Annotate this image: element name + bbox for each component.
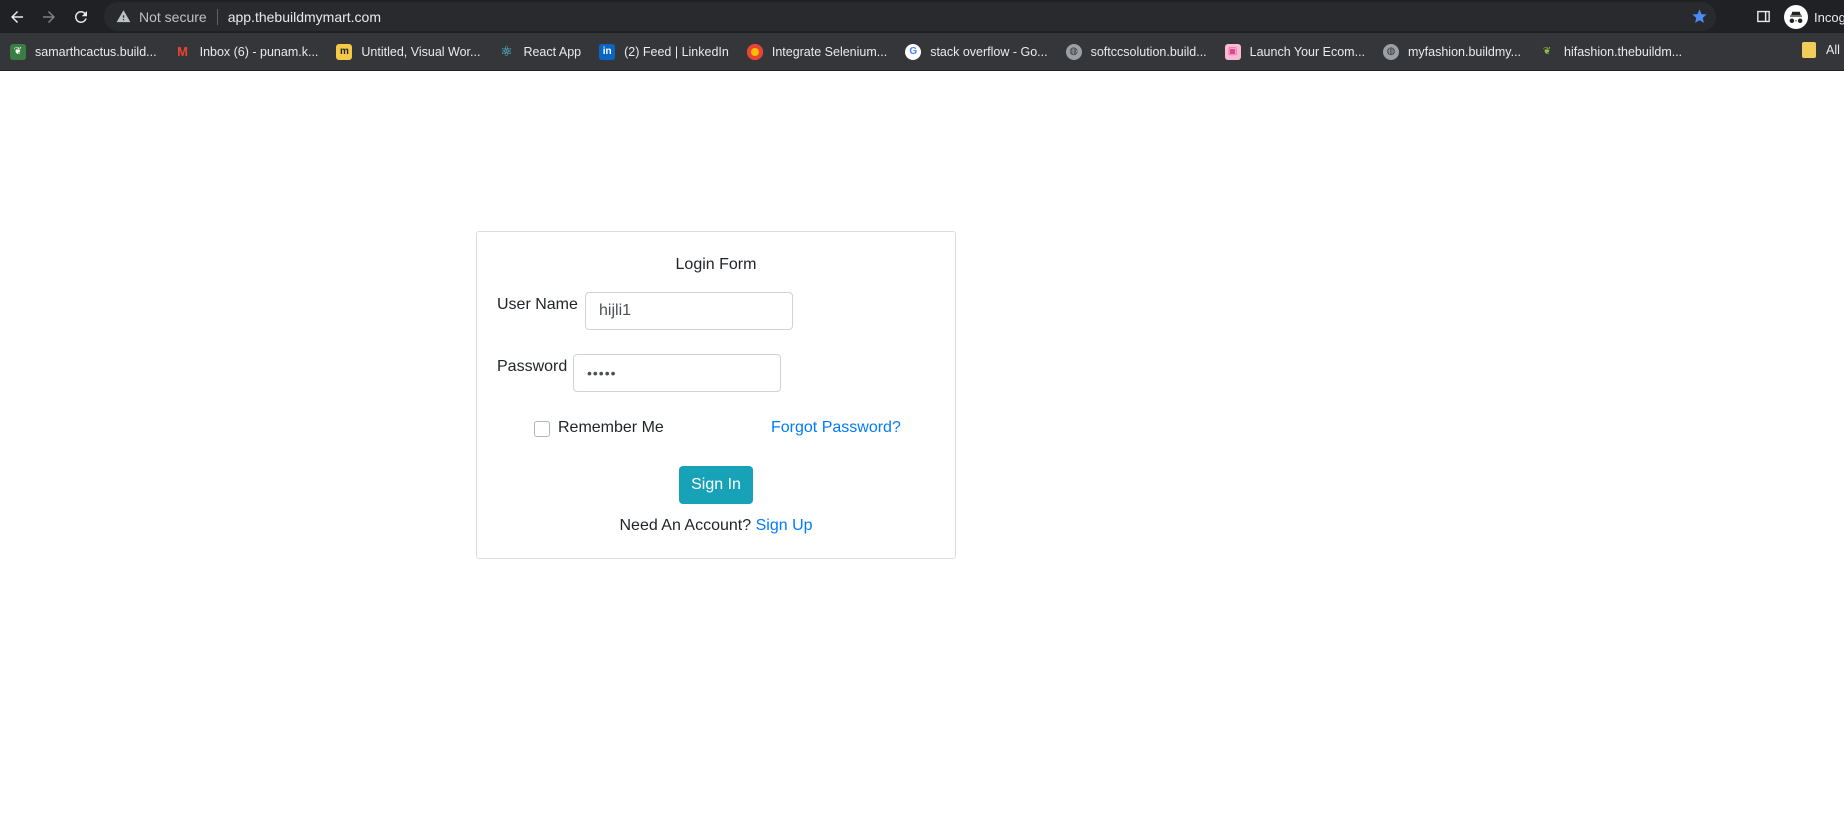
- google-favicon-icon: G: [905, 43, 922, 60]
- need-account-text: Need An Account?: [619, 517, 752, 534]
- bookmark-item[interactable]: ◍ softccsolution.build...: [1065, 39, 1207, 65]
- bookmark-item[interactable]: Integrate Selenium...: [746, 39, 887, 65]
- globe-favicon-icon: ◍: [1065, 43, 1082, 60]
- bookmark-star-icon[interactable]: [1691, 8, 1708, 25]
- bookmark-item[interactable]: ⚛ React App: [498, 39, 581, 65]
- reload-icon: [74, 10, 87, 23]
- reload-button[interactable]: [65, 0, 97, 33]
- forward-button[interactable]: [33, 0, 65, 33]
- globe-favicon-icon: ◍: [1383, 43, 1400, 60]
- incognito-icon: [1784, 5, 1808, 29]
- leaf-favicon-icon: ❦: [1542, 46, 1552, 57]
- url-text[interactable]: app.thebuildmymart.com: [228, 9, 381, 25]
- all-bookmarks-button[interactable]: All: [1802, 42, 1840, 58]
- shop-favicon-icon: ▣: [1224, 43, 1241, 60]
- miro-favicon-icon: m: [336, 43, 353, 60]
- bookmark-item[interactable]: G stack overflow - Go...: [905, 39, 1048, 65]
- bookmark-item[interactable]: ▣ Launch Your Ecom...: [1224, 39, 1365, 65]
- incognito-label: Incog: [1814, 9, 1844, 25]
- browser-toolbar: Not secure app.thebuildmymart.com Incog: [0, 0, 1844, 33]
- account-prompt: Need An Account? Sign Up: [477, 517, 955, 535]
- login-card: Login Form User Name hijli1 Password •••…: [476, 231, 956, 559]
- arrow-left-icon: [11, 10, 23, 23]
- security-indicator[interactable]: Not secure: [139, 9, 207, 25]
- incognito-profile[interactable]: Incog: [1784, 5, 1844, 29]
- remember-me-label[interactable]: Remember Me: [558, 419, 664, 437]
- back-button[interactable]: [1, 0, 33, 33]
- gmail-favicon-icon: M: [177, 44, 189, 59]
- bookmarks-bar: ❦ samarthcactus.build... M Inbox (6) - p…: [0, 33, 1844, 71]
- remember-me-checkbox[interactable]: [534, 421, 550, 437]
- side-panel-icon[interactable]: [1755, 8, 1772, 25]
- username-input[interactable]: hijli1: [585, 292, 793, 330]
- bookmark-item[interactable]: ❦ samarthcactus.build...: [10, 39, 157, 65]
- chrome-favicon-icon: [746, 43, 763, 60]
- address-separator: [216, 8, 218, 25]
- forgot-password-link[interactable]: Forgot Password?: [771, 419, 901, 437]
- bookmark-item[interactable]: ◍ myfashion.buildmy...: [1383, 39, 1521, 65]
- username-label: User Name: [497, 296, 578, 313]
- login-form-title: Login Form: [675, 256, 757, 273]
- sign-up-link[interactable]: Sign Up: [756, 517, 813, 534]
- react-favicon-icon: ⚛: [500, 43, 513, 59]
- password-input[interactable]: •••••: [573, 354, 781, 392]
- warning-icon: [116, 10, 131, 23]
- password-label: Password: [497, 358, 568, 375]
- bookmark-item[interactable]: m Untitled, Visual Wor...: [336, 39, 480, 65]
- linkedin-favicon-icon: in: [599, 43, 616, 60]
- arrow-right-icon: [43, 10, 55, 23]
- bookmark-item[interactable]: M Inbox (6) - punam.k...: [175, 39, 318, 65]
- bookmark-item[interactable]: ❦ hifashion.thebuildm...: [1539, 39, 1682, 65]
- bookmark-item[interactable]: in (2) Feed | LinkedIn: [599, 39, 729, 65]
- address-bar[interactable]: Not secure app.thebuildmymart.com: [104, 2, 1716, 31]
- sign-in-button[interactable]: Sign In: [679, 466, 753, 504]
- folder-icon: [1802, 42, 1816, 58]
- leaf-favicon-icon: ❦: [10, 43, 26, 60]
